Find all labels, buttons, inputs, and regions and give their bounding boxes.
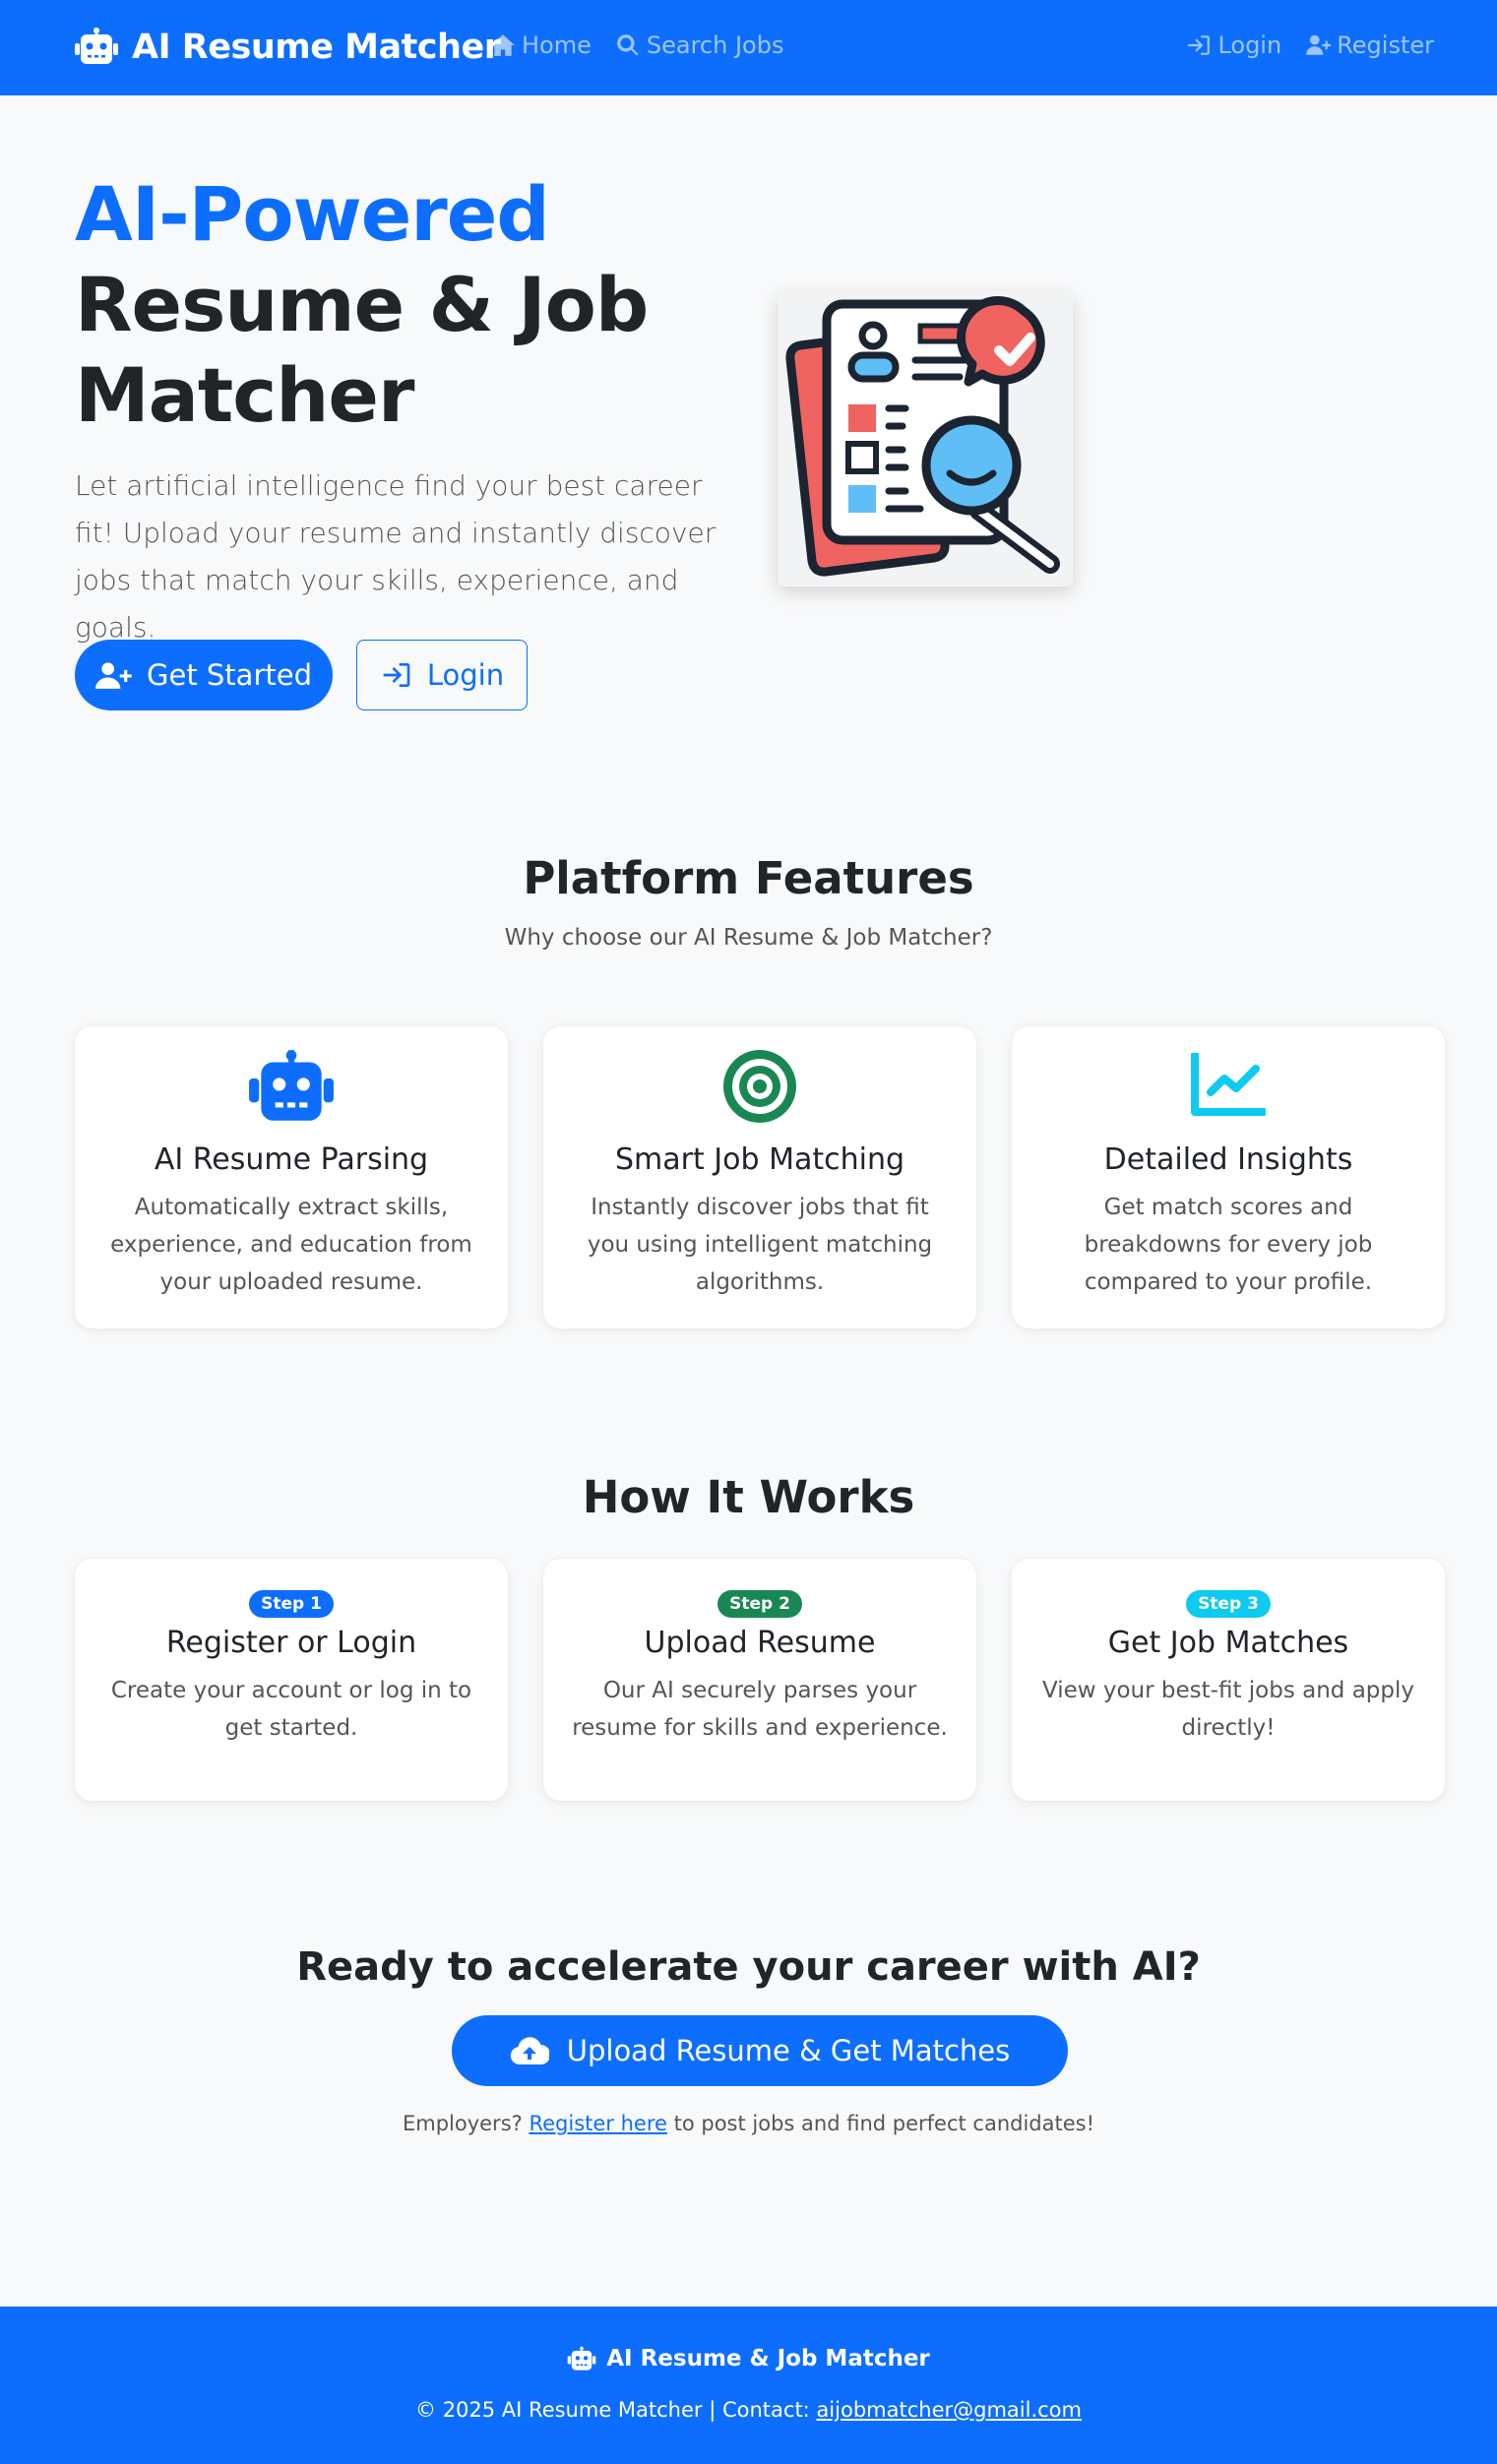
footer-brand-text: AI Resume & Job Matcher (606, 2346, 930, 2372)
feature-text: Get match scores and breakdowns for ever… (1084, 1195, 1373, 1295)
home-icon (491, 34, 515, 56)
nav-login-link[interactable]: Login (1186, 31, 1281, 59)
step-card-1: Step 1 Register or Login Create your acc… (75, 1559, 508, 1801)
features-title: Platform Features (523, 852, 974, 904)
feature-icon-wrap (1184, 1048, 1273, 1125)
step-badge: Step 1 (249, 1590, 334, 1618)
nav-home-label: Home (522, 31, 592, 59)
cloud-upload-icon (510, 2037, 549, 2065)
nav-right: Login Register (1186, 31, 1434, 59)
employer-note-suffix: to post jobs and find perfect candidates… (673, 2112, 1095, 2135)
get-started-button[interactable]: Get Started (75, 640, 333, 710)
step-text: Our AI securely parses your resume for s… (572, 1678, 948, 1741)
login-icon (1188, 35, 1211, 55)
employer-note: Employers? Register here to post jobs an… (0, 2112, 1497, 2135)
feature-title: Detailed Insights (1103, 1142, 1353, 1177)
search-icon (617, 34, 639, 56)
footer-copyright: © 2025 AI Resume Matcher | Contact: aijo… (0, 2398, 1497, 2422)
feature-card-smart-matching: Smart Job Matching Instantly discover jo… (543, 1026, 976, 1328)
feature-icon-wrap (247, 1048, 336, 1125)
nav-left: Home Search Jobs (490, 31, 783, 59)
step-text: View your best-fit jobs and apply direct… (1041, 1678, 1415, 1741)
footer: AI Resume & Job Matcher © 2025 AI Resume… (0, 2307, 1497, 2464)
resume-search-icon (785, 296, 1060, 577)
navbar-brand[interactable]: AI Resume Matcher (75, 28, 501, 67)
employer-note-prefix: Employers? (402, 2112, 523, 2135)
navbar: AI Resume Matcher Home Search Jobs Login… (0, 0, 1497, 95)
step-title: Upload Resume (644, 1626, 876, 1660)
employer-register-link[interactable]: Register here (529, 2112, 666, 2135)
step-card-3: Step 3 Get Job Matches View your best-fi… (1012, 1559, 1445, 1801)
robot-icon (249, 1050, 334, 1121)
step-badge: Step 2 (717, 1590, 802, 1618)
nav-search-jobs-link[interactable]: Search Jobs (615, 31, 784, 59)
footer-email-link[interactable]: aijobmatcher@gmail.com (816, 2398, 1082, 2422)
feature-text: Automatically extract skills, experience… (110, 1195, 472, 1295)
step-badge: Step 3 (1186, 1590, 1271, 1618)
brand-text: AI Resume Matcher (132, 28, 501, 67)
step-title: Register or Login (165, 1626, 417, 1660)
hero-title: AI-Powered Resume & Job Matcher (75, 169, 744, 441)
how-it-works-title: How It Works (582, 1471, 915, 1523)
footer-copy-prefix: © 2025 AI Resume Matcher | Contact: (415, 2398, 810, 2422)
hero-login-button[interactable]: Login (356, 640, 528, 710)
upload-resume-label: Upload Resume & Get Matches (566, 2034, 1011, 2067)
nav-register-label: Register (1337, 31, 1434, 59)
step-text: Create your account or log in to get sta… (110, 1678, 472, 1741)
nav-login-label: Login (1217, 31, 1282, 59)
robot-icon (75, 28, 118, 64)
footer-brand: AI Resume & Job Matcher (0, 2346, 1497, 2372)
nav-register-link[interactable]: Register (1305, 31, 1434, 59)
nav-home-link[interactable]: Home (490, 31, 592, 59)
step-title: Get Job Matches (1107, 1626, 1349, 1660)
login-icon (383, 663, 410, 687)
nav-search-jobs-label: Search Jobs (646, 31, 784, 59)
features-subtitle: Why choose our AI Resume & Job Matcher? (504, 925, 993, 951)
hero-illustration (778, 291, 1073, 586)
feature-text: Instantly discover jobs that fit you usi… (587, 1195, 933, 1295)
robot-icon (567, 2346, 596, 2371)
user-plus-icon (95, 662, 132, 689)
feature-card-insights: Detailed Insights Get match scores and b… (1012, 1026, 1445, 1328)
feature-card-ai-parsing: AI Resume Parsing Automatically extract … (75, 1026, 508, 1328)
upload-resume-button[interactable]: Upload Resume & Get Matches (452, 2015, 1068, 2086)
user-plus-icon (1306, 34, 1332, 55)
feature-icon-wrap (716, 1048, 804, 1125)
hero-lead: Let artificial intelligence find your be… (75, 469, 717, 644)
step-card-2: Step 2 Upload Resume Our AI securely par… (543, 1559, 976, 1801)
chart-line-icon (1191, 1053, 1266, 1116)
cta-title: Ready to accelerate your career with AI? (296, 1944, 1201, 1990)
target-icon (723, 1050, 796, 1123)
hero-title-accent: AI-Powered (75, 170, 550, 258)
feature-title: Smart Job Matching (615, 1142, 904, 1177)
feature-title: AI Resume Parsing (154, 1142, 429, 1177)
get-started-label: Get Started (147, 658, 312, 692)
hero-title-main: Resume & Job Matcher (75, 261, 649, 439)
hero-login-label: Login (426, 658, 505, 692)
